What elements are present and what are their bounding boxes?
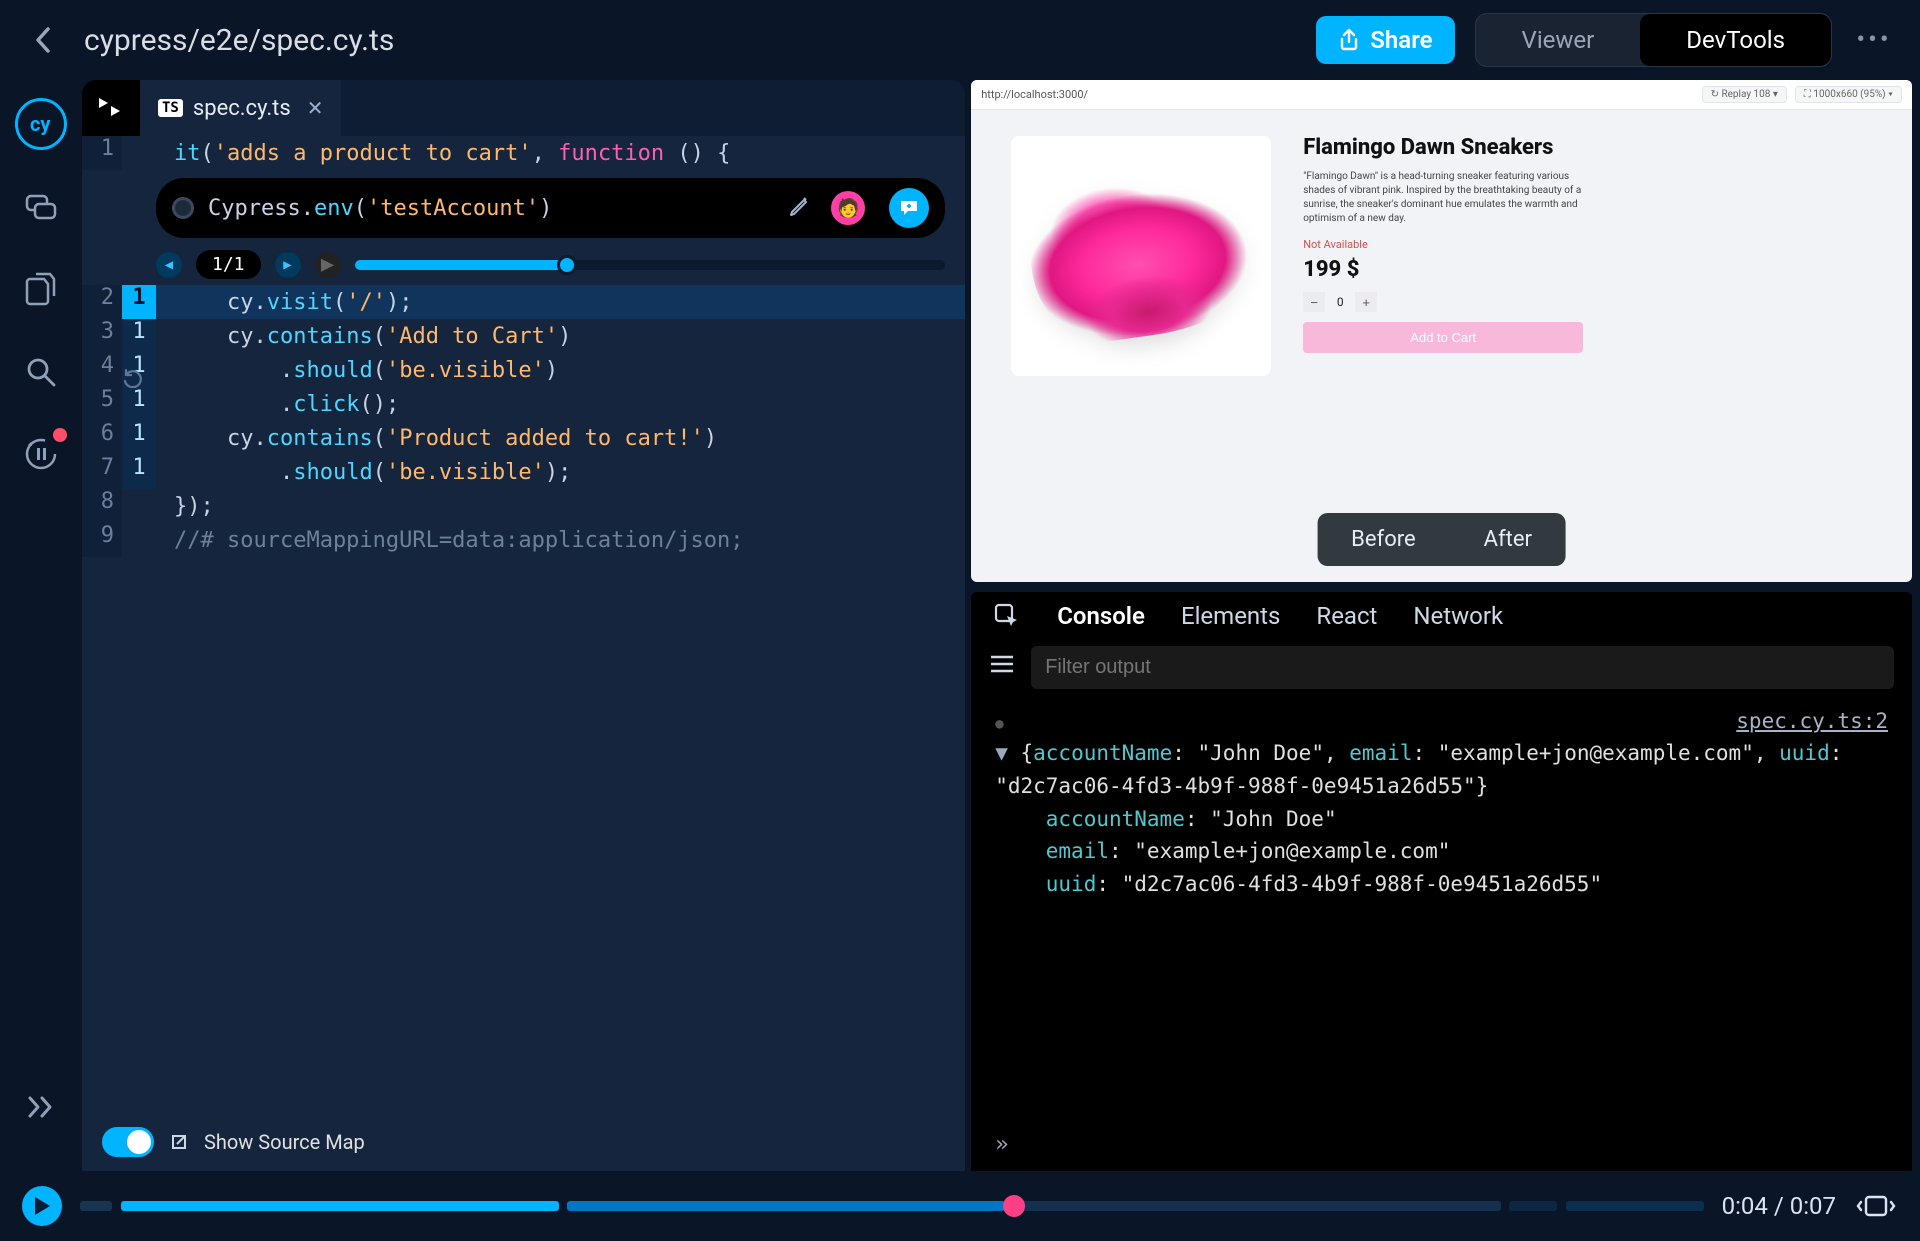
replay-pill[interactable]: ↻ Replay 108 ▾: [1702, 86, 1787, 103]
breakpoint-dot-icon[interactable]: [172, 197, 194, 219]
user-avatar[interactable]: 🧑: [831, 191, 865, 225]
device-frame-button[interactable]: [1854, 1188, 1898, 1224]
code-line: 71 .should('be.visible');: [82, 455, 965, 489]
product-title: Flamingo Dawn Sneakers: [1303, 136, 1583, 160]
chat-icon[interactable]: [17, 184, 65, 232]
code-line: 8});: [82, 489, 965, 523]
slider-knob-icon[interactable]: [557, 255, 577, 275]
files-icon[interactable]: [17, 266, 65, 314]
expand-rail-button[interactable]: [17, 1083, 65, 1131]
code-line: 61 cy.contains('Product added to cart!'): [82, 421, 965, 455]
share-button[interactable]: Share: [1316, 16, 1454, 64]
code-line: 51 .click();: [82, 387, 965, 421]
playhead-icon[interactable]: [1003, 1195, 1025, 1217]
element-picker-icon[interactable]: [993, 602, 1021, 630]
viewer-url: http://localhost:3000/: [981, 88, 1088, 101]
qty-value: 0: [1325, 295, 1355, 309]
after-button[interactable]: After: [1450, 513, 1566, 566]
console-filter-input[interactable]: [1031, 646, 1894, 689]
svg-text:cy: cy: [30, 112, 51, 136]
step-slider[interactable]: [355, 260, 946, 270]
add-to-cart-button[interactable]: Add to Cart: [1303, 322, 1583, 353]
step-prev-button[interactable]: ◀: [156, 252, 182, 278]
code-line: 9//# sourceMappingURL=data:application/j…: [82, 523, 965, 557]
object-toggle-icon[interactable]: ▼: [995, 741, 1020, 765]
expression-text: Cypress.env('testAccount'): [208, 196, 552, 221]
code-line: 41 .should('be.visible'): [82, 353, 965, 387]
playback-timeline[interactable]: [80, 1201, 1704, 1211]
run-tests-button[interactable]: [82, 80, 140, 136]
add-comment-button[interactable]: [889, 188, 929, 228]
share-icon: [1338, 28, 1360, 52]
console-menu-icon[interactable]: [989, 653, 1017, 681]
pause-sync-icon[interactable]: [17, 430, 65, 478]
product-description: "Flamingo Dawn" is a head-turning sneake…: [1303, 170, 1583, 226]
product-image-card: [1011, 136, 1271, 376]
share-label: Share: [1370, 26, 1432, 54]
product-availability: Not Available: [1303, 238, 1583, 251]
qty-increment-button[interactable]: +: [1355, 292, 1377, 312]
file-tab-label: spec.cy.ts: [193, 96, 291, 121]
step-navigator: ◀ 1/1 ▶ ▶: [156, 250, 945, 279]
code-line: 31 cy.contains('Add to Cart'): [82, 319, 965, 353]
cypress-logo-icon[interactable]: cy: [15, 98, 67, 150]
typescript-badge-icon: TS: [158, 99, 183, 117]
console-prompt[interactable]: »: [971, 1130, 1912, 1171]
before-button[interactable]: Before: [1317, 513, 1450, 566]
step-counter: 1/1: [196, 250, 261, 279]
viewer-panel: http://localhost:3000/ ↻ Replay 108 ▾ ⛶ …: [971, 80, 1912, 582]
quantity-stepper: − 0 +: [1303, 292, 1583, 312]
tab-viewer[interactable]: Viewer: [1476, 14, 1641, 66]
product-price: 199 $: [1303, 257, 1583, 282]
before-after-switch: Before After: [1317, 513, 1566, 566]
sneaker-image: [1021, 161, 1261, 350]
playback-play-button[interactable]: [22, 1186, 62, 1226]
step-next-button[interactable]: ▶: [275, 252, 301, 278]
external-link-icon: [168, 1131, 190, 1153]
devtools-panel: Console Elements React Network spec.cy.t…: [971, 592, 1912, 1171]
panel-switch: Viewer DevTools: [1475, 13, 1832, 67]
notification-dot-icon: [53, 428, 67, 442]
tab-react[interactable]: React: [1316, 602, 1377, 630]
tab-elements[interactable]: Elements: [1181, 602, 1280, 630]
tab-devtools[interactable]: DevTools: [1640, 14, 1831, 66]
playback-time: 0:04 / 0:07: [1722, 1192, 1836, 1220]
breadcrumb: cypress/e2e/spec.cy.ts: [84, 23, 394, 58]
line-number: 1: [82, 136, 122, 170]
search-icon[interactable]: [17, 348, 65, 396]
close-tab-button[interactable]: ✕: [307, 96, 324, 120]
step-play-button[interactable]: ▶: [315, 252, 341, 278]
hit-count: [122, 136, 156, 170]
viewport-size-pill[interactable]: ⛶ 1000x660 (95%) ▾: [1795, 86, 1902, 103]
back-button[interactable]: [24, 20, 64, 60]
source-map-toggle[interactable]: [102, 1127, 154, 1157]
tab-network[interactable]: Network: [1413, 602, 1503, 630]
side-rail: cy: [0, 80, 82, 1171]
log-bullet-icon: ●: [995, 716, 1003, 732]
tab-console[interactable]: Console: [1057, 602, 1145, 630]
edit-expression-button[interactable]: [787, 193, 817, 223]
console-source-link[interactable]: spec.cy.ts:2: [1736, 705, 1888, 738]
qty-decrement-button[interactable]: −: [1303, 292, 1325, 312]
expression-bar: Cypress.env('testAccount') 🧑: [156, 178, 945, 238]
code-line: 21 cy.visit('/');: [82, 285, 965, 319]
more-menu-button[interactable]: •••: [1852, 18, 1896, 62]
undo-step-icon[interactable]: [120, 366, 142, 388]
source-map-label: Show Source Map: [204, 1130, 365, 1154]
file-tab[interactable]: TS spec.cy.ts ✕: [140, 80, 341, 136]
code-line: 1 it('adds a product to cart', function …: [82, 136, 965, 170]
console-output: spec.cy.ts:2 ● ▼ {accountName: "John Doe…: [971, 695, 1912, 1130]
